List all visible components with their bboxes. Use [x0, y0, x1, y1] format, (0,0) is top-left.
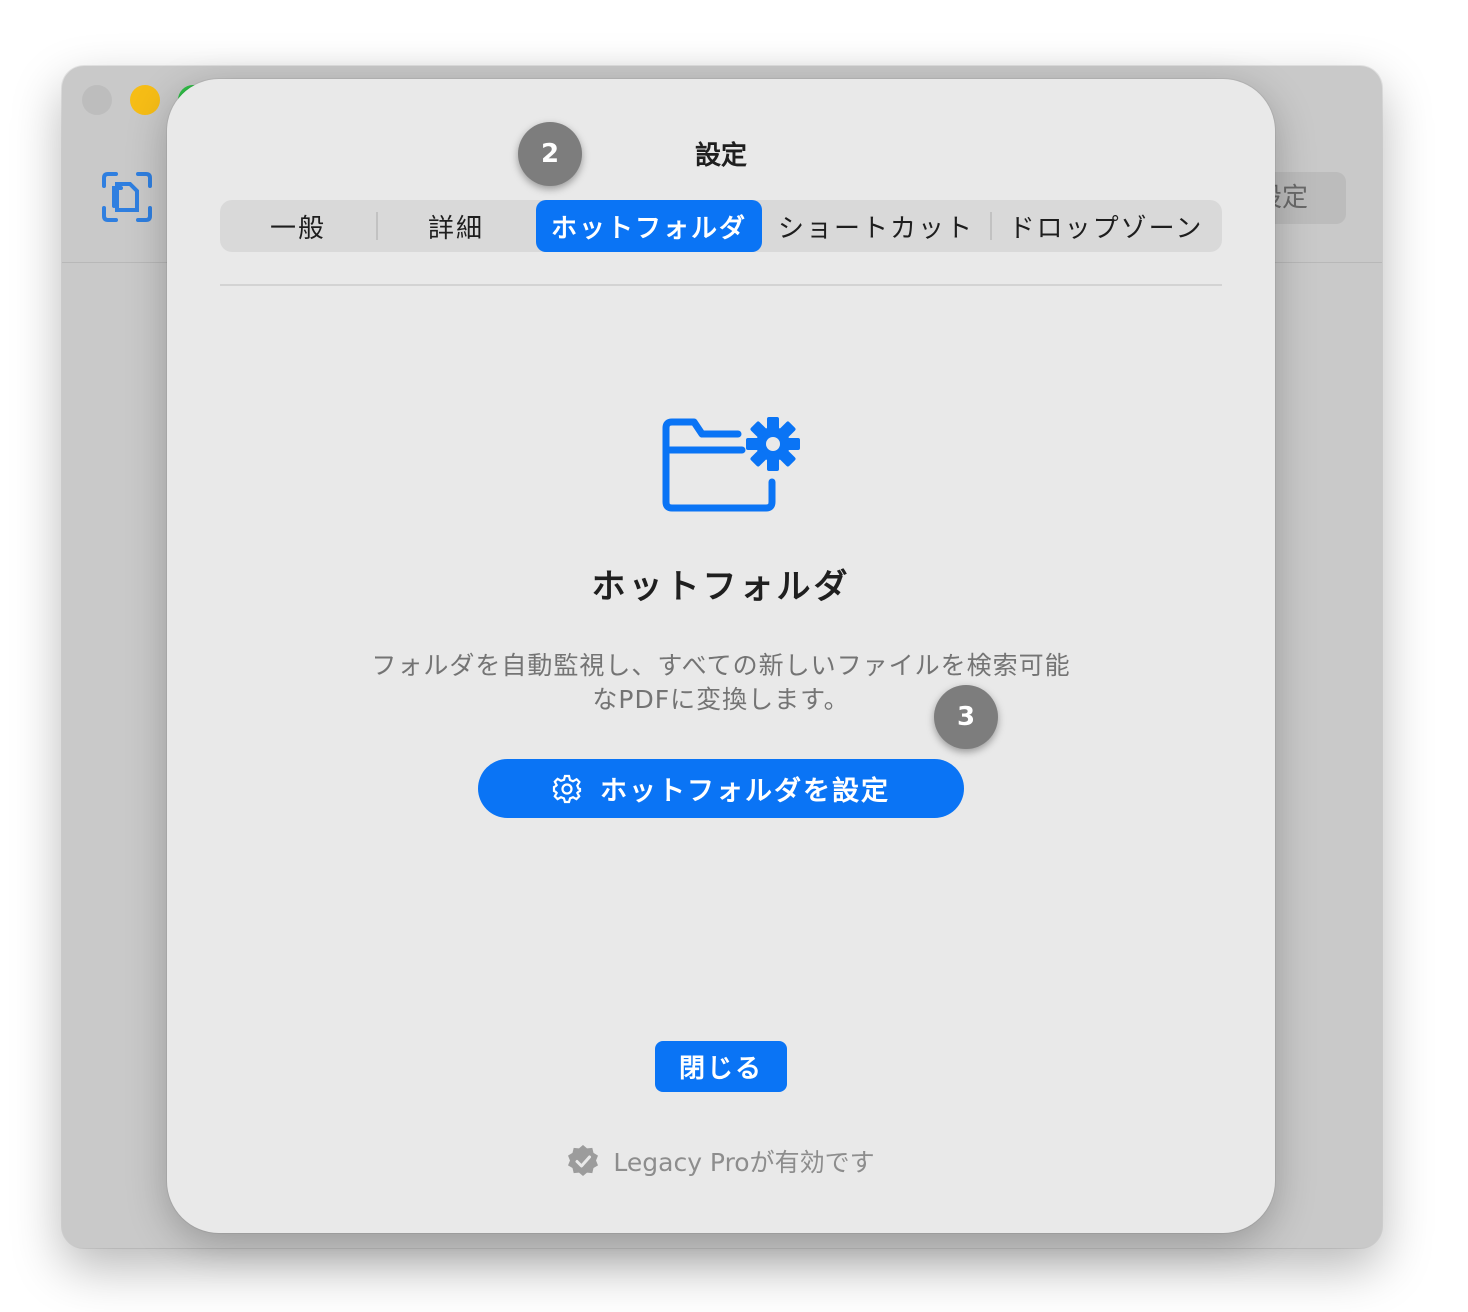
scan-document-icon[interactable] [100, 170, 154, 224]
window-close-button[interactable] [82, 85, 112, 115]
tab-general[interactable]: 一般 [220, 200, 376, 252]
dialog-title: 設定 [694, 141, 747, 171]
tab-drop-zone[interactable]: ドロップゾーン [992, 200, 1220, 252]
step-marker-3: 3 [934, 685, 998, 749]
pro-status: Legacy Proが有効です [167, 1143, 1275, 1179]
tab-advanced[interactable]: 詳細 [378, 200, 534, 252]
window-minimize-button[interactable] [130, 85, 160, 115]
verified-badge-icon [568, 1145, 599, 1177]
description-line: フォルダを自動監視し、すべての新しいファイルを検索可能 [371, 651, 1071, 680]
gear-icon [552, 774, 582, 803]
settings-dialog: 設定 一般 詳細 ホットフォルダ ショートカット ドロップゾーン ホットフォルダ… [167, 79, 1275, 1233]
step-marker-2: 2 [518, 122, 582, 186]
settings-tab-bar: 一般 詳細 ホットフォルダ ショートカット ドロップゾーン [220, 200, 1222, 252]
tab-shortcuts[interactable]: ショートカット [762, 200, 990, 252]
pro-status-text: Legacy Proが有効です [613, 1148, 875, 1177]
tab-hot-folder[interactable]: ホットフォルダ [536, 200, 762, 252]
configure-hot-folder-label: ホットフォルダを設定 [600, 776, 890, 807]
configure-hot-folder-button[interactable]: ホットフォルダを設定 [478, 759, 964, 818]
close-button[interactable]: 閉じる [655, 1041, 787, 1092]
folder-gear-icon [662, 417, 800, 512]
header-divider [220, 284, 1222, 286]
hot-folder-heading: ホットフォルダ [591, 567, 851, 607]
